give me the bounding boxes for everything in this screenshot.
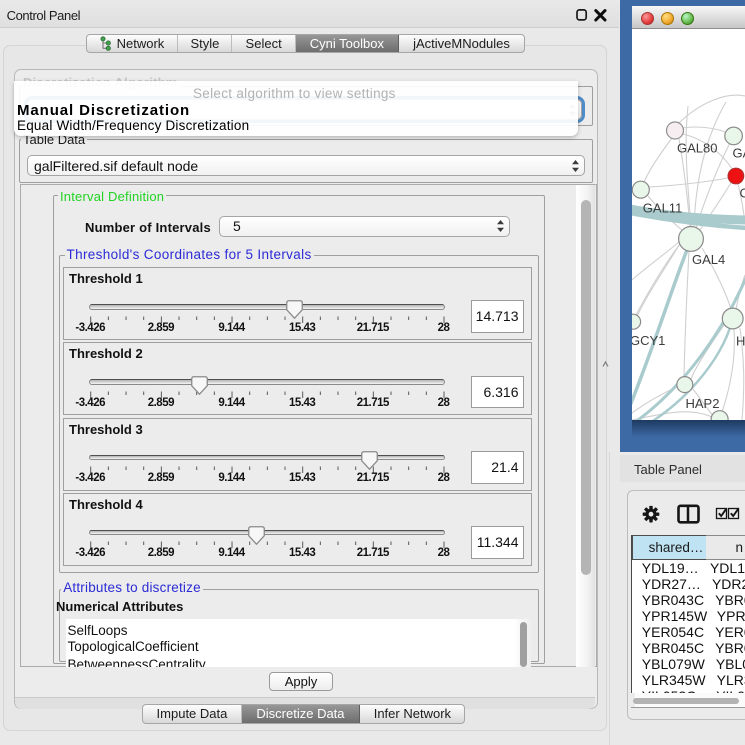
svg-text:H: H	[736, 334, 745, 349]
svg-text:GA: GA	[733, 146, 745, 161]
svg-text:HAP2: HAP2	[686, 396, 720, 411]
svg-text:GAL80: GAL80	[677, 141, 717, 156]
svg-text:C: C	[740, 186, 745, 201]
svg-text:GCY1: GCY1	[632, 333, 665, 348]
svg-text:GAL11: GAL11	[643, 201, 683, 216]
svg-text:GAL4: GAL4	[692, 252, 725, 267]
